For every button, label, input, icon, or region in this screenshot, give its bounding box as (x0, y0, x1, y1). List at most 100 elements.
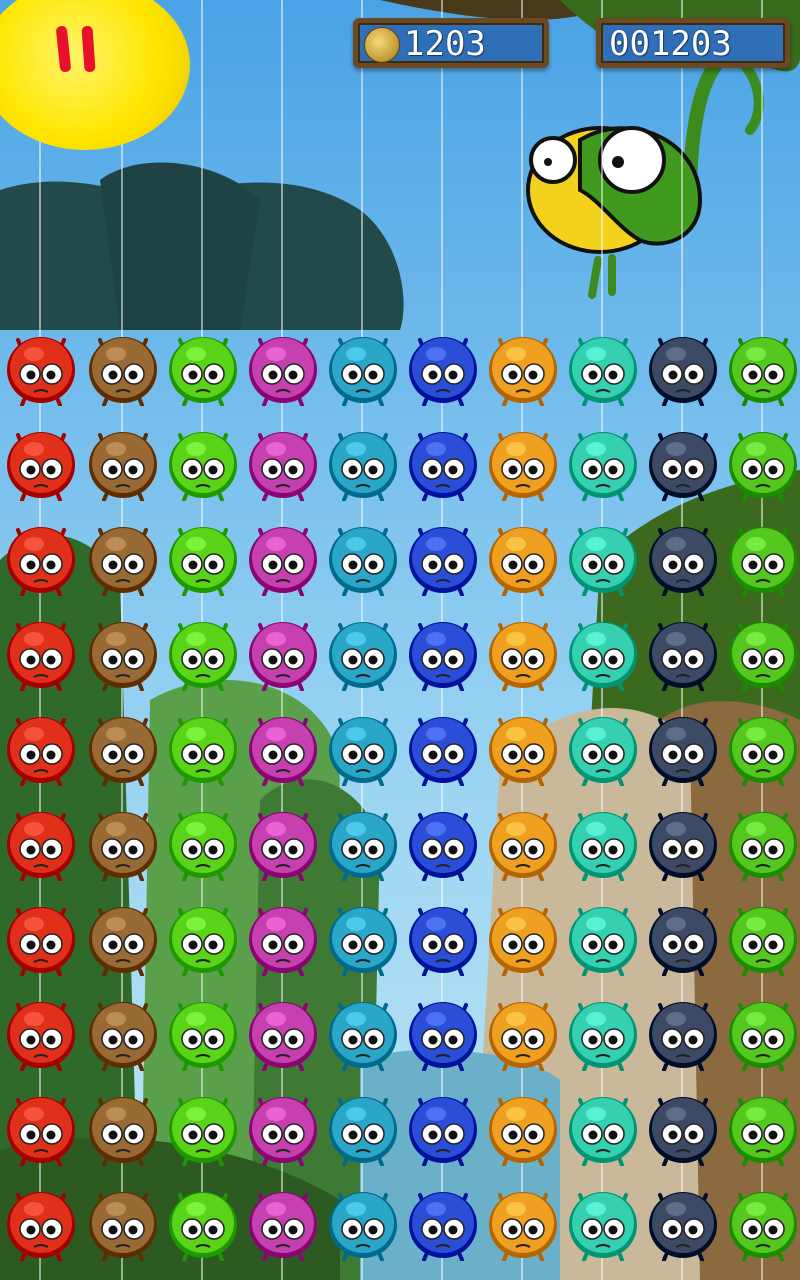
creature-green[interactable] (726, 710, 800, 786)
creature-lime[interactable] (166, 995, 240, 1071)
creature-red[interactable] (4, 520, 78, 596)
creature-brown[interactable] (86, 900, 160, 976)
creature-orange[interactable] (486, 1090, 560, 1166)
creature-red[interactable] (4, 995, 78, 1071)
creature-lime[interactable] (166, 1090, 240, 1166)
creature-brown[interactable] (86, 330, 160, 406)
creature-cyan[interactable] (326, 710, 400, 786)
creature-teal[interactable] (566, 805, 640, 881)
creature-green[interactable] (726, 520, 800, 596)
creature-lime[interactable] (166, 900, 240, 976)
creature-lime[interactable] (166, 425, 240, 501)
creature-green[interactable] (726, 995, 800, 1071)
creature-orange[interactable] (486, 615, 560, 691)
creature-cyan[interactable] (326, 520, 400, 596)
creature-magenta[interactable] (246, 995, 320, 1071)
creature-blue[interactable] (406, 1185, 480, 1261)
creature-green[interactable] (726, 805, 800, 881)
creature-navy[interactable] (646, 995, 720, 1071)
creature-orange[interactable] (486, 425, 560, 501)
creature-orange[interactable] (486, 805, 560, 881)
creature-teal[interactable] (566, 1090, 640, 1166)
creature-orange[interactable] (486, 330, 560, 406)
creature-navy[interactable] (646, 1185, 720, 1261)
creature-cyan[interactable] (326, 615, 400, 691)
creature-navy[interactable] (646, 900, 720, 976)
creature-teal[interactable] (566, 710, 640, 786)
creature-blue[interactable] (406, 520, 480, 596)
creature-magenta[interactable] (246, 900, 320, 976)
creature-brown[interactable] (86, 995, 160, 1071)
creature-cyan[interactable] (326, 995, 400, 1071)
creature-magenta[interactable] (246, 1090, 320, 1166)
creature-red[interactable] (4, 425, 78, 501)
creature-brown[interactable] (86, 805, 160, 881)
creature-teal[interactable] (566, 1185, 640, 1261)
creature-brown[interactable] (86, 520, 160, 596)
creature-lime[interactable] (166, 1185, 240, 1261)
creature-cyan[interactable] (326, 805, 400, 881)
creature-brown[interactable] (86, 425, 160, 501)
creature-blue[interactable] (406, 330, 480, 406)
creature-red[interactable] (4, 1090, 78, 1166)
creature-lime[interactable] (166, 710, 240, 786)
creature-magenta[interactable] (246, 425, 320, 501)
creature-cyan[interactable] (326, 900, 400, 976)
creature-green[interactable] (726, 615, 800, 691)
creature-brown[interactable] (86, 615, 160, 691)
creature-blue[interactable] (406, 805, 480, 881)
creature-lime[interactable] (166, 520, 240, 596)
creature-green[interactable] (726, 900, 800, 976)
creature-navy[interactable] (646, 615, 720, 691)
creature-cyan[interactable] (326, 1185, 400, 1261)
creature-magenta[interactable] (246, 1185, 320, 1261)
creature-orange[interactable] (486, 900, 560, 976)
creature-cyan[interactable] (326, 1090, 400, 1166)
creature-red[interactable] (4, 710, 78, 786)
creature-red[interactable] (4, 615, 78, 691)
creature-teal[interactable] (566, 995, 640, 1071)
creature-green[interactable] (726, 330, 800, 406)
creature-magenta[interactable] (246, 710, 320, 786)
creature-magenta[interactable] (246, 615, 320, 691)
creature-brown[interactable] (86, 1185, 160, 1261)
creature-green[interactable] (726, 1185, 800, 1261)
creature-navy[interactable] (646, 520, 720, 596)
creature-magenta[interactable] (246, 805, 320, 881)
creature-teal[interactable] (566, 520, 640, 596)
creature-teal[interactable] (566, 615, 640, 691)
creature-cyan[interactable] (326, 330, 400, 406)
creature-cyan[interactable] (326, 425, 400, 501)
creature-teal[interactable] (566, 900, 640, 976)
creature-teal[interactable] (566, 425, 640, 501)
creature-brown[interactable] (86, 710, 160, 786)
creature-blue[interactable] (406, 1090, 480, 1166)
creature-navy[interactable] (646, 330, 720, 406)
creature-green[interactable] (726, 425, 800, 501)
creature-magenta[interactable] (246, 520, 320, 596)
creature-navy[interactable] (646, 425, 720, 501)
creature-lime[interactable] (166, 805, 240, 881)
creature-orange[interactable] (486, 1185, 560, 1261)
creature-orange[interactable] (486, 520, 560, 596)
creature-orange[interactable] (486, 710, 560, 786)
creature-navy[interactable] (646, 805, 720, 881)
creature-blue[interactable] (406, 710, 480, 786)
creature-blue[interactable] (406, 900, 480, 976)
creature-blue[interactable] (406, 615, 480, 691)
creature-magenta[interactable] (246, 330, 320, 406)
creature-teal[interactable] (566, 330, 640, 406)
creature-navy[interactable] (646, 710, 720, 786)
creature-red[interactable] (4, 900, 78, 976)
creature-lime[interactable] (166, 615, 240, 691)
creature-blue[interactable] (406, 425, 480, 501)
creature-green[interactable] (726, 1090, 800, 1166)
creature-orange[interactable] (486, 995, 560, 1071)
creature-red[interactable] (4, 805, 78, 881)
creature-blue[interactable] (406, 995, 480, 1071)
creature-lime[interactable] (166, 330, 240, 406)
creature-red[interactable] (4, 330, 78, 406)
creature-brown[interactable] (86, 1090, 160, 1166)
creature-red[interactable] (4, 1185, 78, 1261)
creature-navy[interactable] (646, 1090, 720, 1166)
